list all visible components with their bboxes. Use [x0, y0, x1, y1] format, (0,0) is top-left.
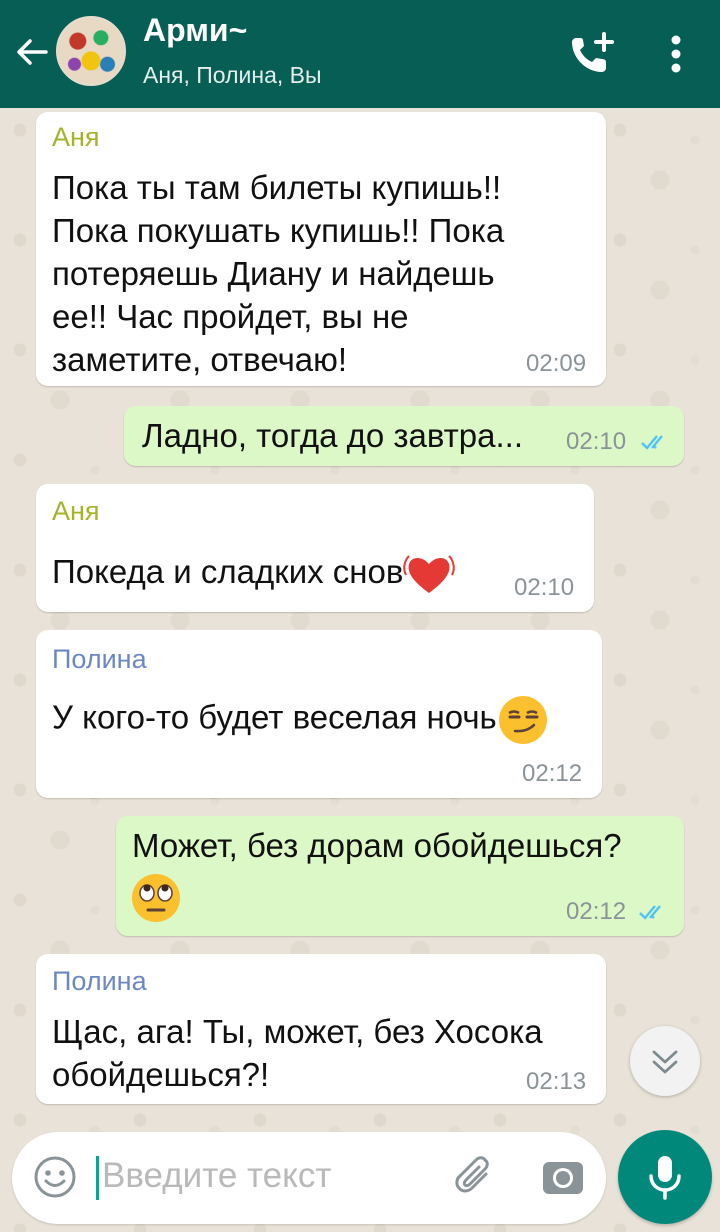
read-ticks-icon	[639, 905, 661, 920]
message-text-line: обойдешься?!	[52, 1056, 270, 1093]
message-time: 02:13	[526, 1068, 587, 1095]
message-text-line: Может, без дорам обойдешься?	[132, 827, 622, 864]
message-bubble-outgoing[interactable]: Может, без дорам обойдешься? 02:12	[116, 816, 684, 936]
message-time: 02:09	[526, 350, 587, 377]
paperclip-icon[interactable]	[450, 1152, 500, 1202]
text-cursor	[96, 1156, 99, 1200]
scroll-to-bottom-button[interactable]	[630, 1026, 700, 1096]
smirking-face-emoji	[498, 696, 547, 744]
message-input[interactable]: Введите текст	[102, 1156, 331, 1196]
message-time: 02:12	[566, 898, 627, 925]
message-text-line: Ладно, тогда до завтра...	[142, 417, 523, 454]
message-bubble-outgoing[interactable]: Ладно, тогда до завтра... 02:10	[124, 406, 684, 466]
message-sender: Аня	[52, 122, 100, 152]
message-text-line: Покеда и сладких снов	[52, 550, 456, 597]
message-text-line: Пока ты там билеты купишь!!	[52, 169, 502, 206]
chat-title[interactable]: Арми~	[143, 12, 247, 49]
beating-heart-emoji	[403, 555, 456, 594]
message-text-line: заметите, отвечаю!	[52, 341, 348, 378]
read-ticks-icon	[641, 435, 663, 450]
chat-participants[interactable]: Аня, Полина, Вы	[143, 62, 322, 89]
more-vert-icon[interactable]	[662, 32, 690, 76]
message-text-line: Пока покушать купишь!! Пока	[52, 212, 505, 249]
message-time: 02:12	[522, 760, 583, 787]
message-time: 02:10	[514, 574, 575, 601]
message-bubble-incoming[interactable]: Аня Покеда и сладких снов 02:10	[36, 484, 594, 612]
message-composer: Введите текст	[12, 1132, 606, 1224]
group-avatar[interactable]	[56, 16, 126, 86]
double-chevron-down-icon	[652, 1050, 678, 1074]
chat-header: Арми~ Аня, Полина, Вы	[0, 0, 720, 108]
message-text: Покеда и сладких снов	[52, 553, 404, 590]
message-sender: Аня	[52, 496, 100, 526]
message-bubble-incoming[interactable]: Аня Пока ты там билеты купишь!! Пока пок…	[36, 112, 606, 386]
message-bubble-incoming[interactable]: Полина Щас, ага! Ты, может, без Хосока о…	[36, 954, 606, 1104]
message-text-line: ее!! Час пройдет, вы не	[52, 298, 409, 335]
add-call-icon[interactable]	[566, 30, 616, 76]
message-bubble-incoming[interactable]: Полина У кого-то будет веселая ночь 02:1…	[36, 630, 602, 798]
emoji-icon[interactable]	[32, 1154, 78, 1200]
message-sender: Полина	[52, 644, 147, 674]
message-time: 02:10	[566, 428, 627, 455]
message-sender: Полина	[52, 966, 147, 996]
voice-record-button[interactable]	[618, 1130, 712, 1224]
message-text-line: потеряешь Диану и найдешь	[52, 255, 495, 292]
back-arrow-icon[interactable]	[12, 32, 52, 72]
microphone-icon	[649, 1156, 681, 1200]
camera-icon[interactable]	[540, 1154, 586, 1200]
message-text-line: Щас, ага! Ты, может, без Хосока	[52, 1013, 543, 1050]
message-text: У кого-то будет веселая ночь	[52, 698, 497, 736]
eye-roll-face-emoji	[132, 874, 180, 922]
message-text-line: У кого-то будет веселая ночь	[52, 694, 549, 746]
